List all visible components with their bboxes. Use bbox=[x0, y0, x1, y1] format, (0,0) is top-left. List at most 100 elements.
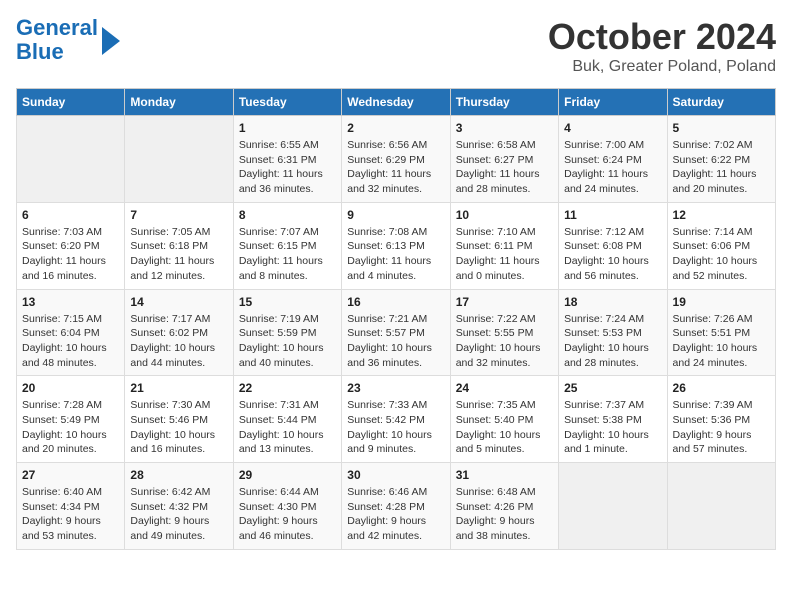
day-info: Sunrise: 7:15 AMSunset: 6:04 PMDaylight:… bbox=[22, 312, 119, 371]
day-info: Sunrise: 7:14 AMSunset: 6:06 PMDaylight:… bbox=[673, 225, 770, 284]
title-block: October 2024 Buk, Greater Poland, Poland bbox=[548, 16, 776, 76]
day-info: Sunrise: 6:42 AMSunset: 4:32 PMDaylight:… bbox=[130, 485, 227, 544]
day-number: 18 bbox=[564, 295, 661, 309]
day-number: 6 bbox=[22, 208, 119, 222]
calendar-cell: 6 Sunrise: 7:03 AMSunset: 6:20 PMDaylight… bbox=[17, 202, 125, 289]
day-info: Sunrise: 7:08 AMSunset: 6:13 PMDaylight:… bbox=[347, 225, 444, 284]
calendar-cell: 31 Sunrise: 6:48 AMSunset: 4:26 PMDayligh… bbox=[450, 463, 558, 550]
calendar-cell: 20 Sunrise: 7:28 AMSunset: 5:49 PMDayligh… bbox=[17, 376, 125, 463]
calendar-week-row: 1 Sunrise: 6:55 AMSunset: 6:31 PMDaylight… bbox=[17, 116, 776, 203]
day-info: Sunrise: 6:44 AMSunset: 4:30 PMDaylight:… bbox=[239, 485, 336, 544]
day-number: 31 bbox=[456, 468, 553, 482]
day-info: Sunrise: 7:39 AMSunset: 5:36 PMDaylight:… bbox=[673, 398, 770, 457]
col-thursday: Thursday bbox=[450, 89, 558, 116]
location: Buk, Greater Poland, Poland bbox=[548, 58, 776, 76]
day-number: 1 bbox=[239, 121, 336, 135]
day-number: 24 bbox=[456, 381, 553, 395]
day-info: Sunrise: 7:33 AMSunset: 5:42 PMDaylight:… bbox=[347, 398, 444, 457]
calendar-cell: 7Sunrise: 7:05 AMSunset: 6:18 PMDaylight… bbox=[125, 202, 233, 289]
day-info: Sunrise: 6:56 AMSunset: 6:29 PMDaylight:… bbox=[347, 138, 444, 197]
calendar-week-row: 27Sunrise: 6:40 AMSunset: 4:34 PMDayligh… bbox=[17, 463, 776, 550]
calendar-cell: 29 Sunrise: 6:44 AMSunset: 4:30 PMDayligh… bbox=[233, 463, 341, 550]
day-number: 17 bbox=[456, 295, 553, 309]
col-monday: Monday bbox=[125, 89, 233, 116]
calendar-cell: 27Sunrise: 6:40 AMSunset: 4:34 PMDayligh… bbox=[17, 463, 125, 550]
calendar-cell: 22 Sunrise: 7:31 AMSunset: 5:44 PMDayligh… bbox=[233, 376, 341, 463]
day-info: Sunrise: 7:00 AMSunset: 6:24 PMDaylight:… bbox=[564, 138, 661, 197]
calendar-body: 1 Sunrise: 6:55 AMSunset: 6:31 PMDaylight… bbox=[17, 116, 776, 550]
header-row: Sunday Monday Tuesday Wednesday Thursday… bbox=[17, 89, 776, 116]
day-number: 10 bbox=[456, 208, 553, 222]
day-number: 25 bbox=[564, 381, 661, 395]
day-number: 13 bbox=[22, 295, 119, 309]
day-info: Sunrise: 7:26 AMSunset: 5:51 PMDaylight:… bbox=[673, 312, 770, 371]
day-info: Sunrise: 7:21 AMSunset: 5:57 PMDaylight:… bbox=[347, 312, 444, 371]
day-info: Sunrise: 7:30 AMSunset: 5:46 PMDaylight:… bbox=[130, 398, 227, 457]
calendar-cell: 25 Sunrise: 7:37 AMSunset: 5:38 PMDayligh… bbox=[559, 376, 667, 463]
day-info: Sunrise: 7:24 AMSunset: 5:53 PMDaylight:… bbox=[564, 312, 661, 371]
logo: General Blue bbox=[16, 16, 120, 64]
calendar-cell: 21 Sunrise: 7:30 AMSunset: 5:46 PMDayligh… bbox=[125, 376, 233, 463]
day-info: Sunrise: 6:58 AMSunset: 6:27 PMDaylight:… bbox=[456, 138, 553, 197]
day-info: Sunrise: 6:48 AMSunset: 4:26 PMDaylight:… bbox=[456, 485, 553, 544]
day-number: 22 bbox=[239, 381, 336, 395]
calendar-cell bbox=[667, 463, 775, 550]
logo-arrow-icon bbox=[102, 27, 120, 55]
calendar-cell bbox=[17, 116, 125, 203]
calendar-cell: 30 Sunrise: 6:46 AMSunset: 4:28 PMDayligh… bbox=[342, 463, 450, 550]
day-info: Sunrise: 6:40 AMSunset: 4:34 PMDaylight:… bbox=[22, 485, 119, 544]
calendar-cell: 14Sunrise: 7:17 AMSunset: 6:02 PMDayligh… bbox=[125, 289, 233, 376]
day-number: 29 bbox=[239, 468, 336, 482]
calendar-cell: 11Sunrise: 7:12 AMSunset: 6:08 PMDayligh… bbox=[559, 202, 667, 289]
calendar-cell: 4 Sunrise: 7:00 AMSunset: 6:24 PMDaylight… bbox=[559, 116, 667, 203]
calendar-cell: 23Sunrise: 7:33 AMSunset: 5:42 PMDayligh… bbox=[342, 376, 450, 463]
day-info: Sunrise: 7:31 AMSunset: 5:44 PMDaylight:… bbox=[239, 398, 336, 457]
day-number: 12 bbox=[673, 208, 770, 222]
calendar-cell: 8Sunrise: 7:07 AMSunset: 6:15 PMDaylight… bbox=[233, 202, 341, 289]
day-number: 2 bbox=[347, 121, 444, 135]
calendar-cell: 9 Sunrise: 7:08 AMSunset: 6:13 PMDaylight… bbox=[342, 202, 450, 289]
day-number: 19 bbox=[673, 295, 770, 309]
calendar-cell: 13 Sunrise: 7:15 AMSunset: 6:04 PMDayligh… bbox=[17, 289, 125, 376]
day-number: 30 bbox=[347, 468, 444, 482]
day-number: 26 bbox=[673, 381, 770, 395]
calendar-cell: 1 Sunrise: 6:55 AMSunset: 6:31 PMDaylight… bbox=[233, 116, 341, 203]
day-number: 20 bbox=[22, 381, 119, 395]
day-info: Sunrise: 7:35 AMSunset: 5:40 PMDaylight:… bbox=[456, 398, 553, 457]
month-title: October 2024 bbox=[548, 16, 776, 58]
calendar-week-row: 13 Sunrise: 7:15 AMSunset: 6:04 PMDayligh… bbox=[17, 289, 776, 376]
col-saturday: Saturday bbox=[667, 89, 775, 116]
day-number: 4 bbox=[564, 121, 661, 135]
calendar-header: Sunday Monday Tuesday Wednesday Thursday… bbox=[17, 89, 776, 116]
day-number: 16 bbox=[347, 295, 444, 309]
calendar-cell: 26 Sunrise: 7:39 AMSunset: 5:36 PMDayligh… bbox=[667, 376, 775, 463]
page-header: General Blue October 2024 Buk, Greater P… bbox=[16, 16, 776, 76]
day-info: Sunrise: 7:10 AMSunset: 6:11 PMDaylight:… bbox=[456, 225, 553, 284]
day-info: Sunrise: 7:22 AMSunset: 5:55 PMDaylight:… bbox=[456, 312, 553, 371]
day-number: 3 bbox=[456, 121, 553, 135]
calendar-cell: 18 Sunrise: 7:24 AMSunset: 5:53 PMDayligh… bbox=[559, 289, 667, 376]
day-number: 21 bbox=[130, 381, 227, 395]
col-friday: Friday bbox=[559, 89, 667, 116]
calendar-cell bbox=[125, 116, 233, 203]
col-wednesday: Wednesday bbox=[342, 89, 450, 116]
day-number: 8 bbox=[239, 208, 336, 222]
day-info: Sunrise: 7:28 AMSunset: 5:49 PMDaylight:… bbox=[22, 398, 119, 457]
day-number: 11 bbox=[564, 208, 661, 222]
day-info: Sunrise: 6:55 AMSunset: 6:31 PMDaylight:… bbox=[239, 138, 336, 197]
day-number: 9 bbox=[347, 208, 444, 222]
calendar-cell: 5Sunrise: 7:02 AMSunset: 6:22 PMDaylight… bbox=[667, 116, 775, 203]
day-info: Sunrise: 6:46 AMSunset: 4:28 PMDaylight:… bbox=[347, 485, 444, 544]
calendar-cell bbox=[559, 463, 667, 550]
day-info: Sunrise: 7:03 AMSunset: 6:20 PMDaylight:… bbox=[22, 225, 119, 284]
calendar-cell: 3 Sunrise: 6:58 AMSunset: 6:27 PMDaylight… bbox=[450, 116, 558, 203]
day-info: Sunrise: 7:37 AMSunset: 5:38 PMDaylight:… bbox=[564, 398, 661, 457]
calendar-cell: 2 Sunrise: 6:56 AMSunset: 6:29 PMDaylight… bbox=[342, 116, 450, 203]
calendar-week-row: 6 Sunrise: 7:03 AMSunset: 6:20 PMDaylight… bbox=[17, 202, 776, 289]
day-number: 7 bbox=[130, 208, 227, 222]
day-info: Sunrise: 7:19 AMSunset: 5:59 PMDaylight:… bbox=[239, 312, 336, 371]
calendar-cell: 17 Sunrise: 7:22 AMSunset: 5:55 PMDayligh… bbox=[450, 289, 558, 376]
day-number: 5 bbox=[673, 121, 770, 135]
calendar-week-row: 20 Sunrise: 7:28 AMSunset: 5:49 PMDayligh… bbox=[17, 376, 776, 463]
day-number: 14 bbox=[130, 295, 227, 309]
